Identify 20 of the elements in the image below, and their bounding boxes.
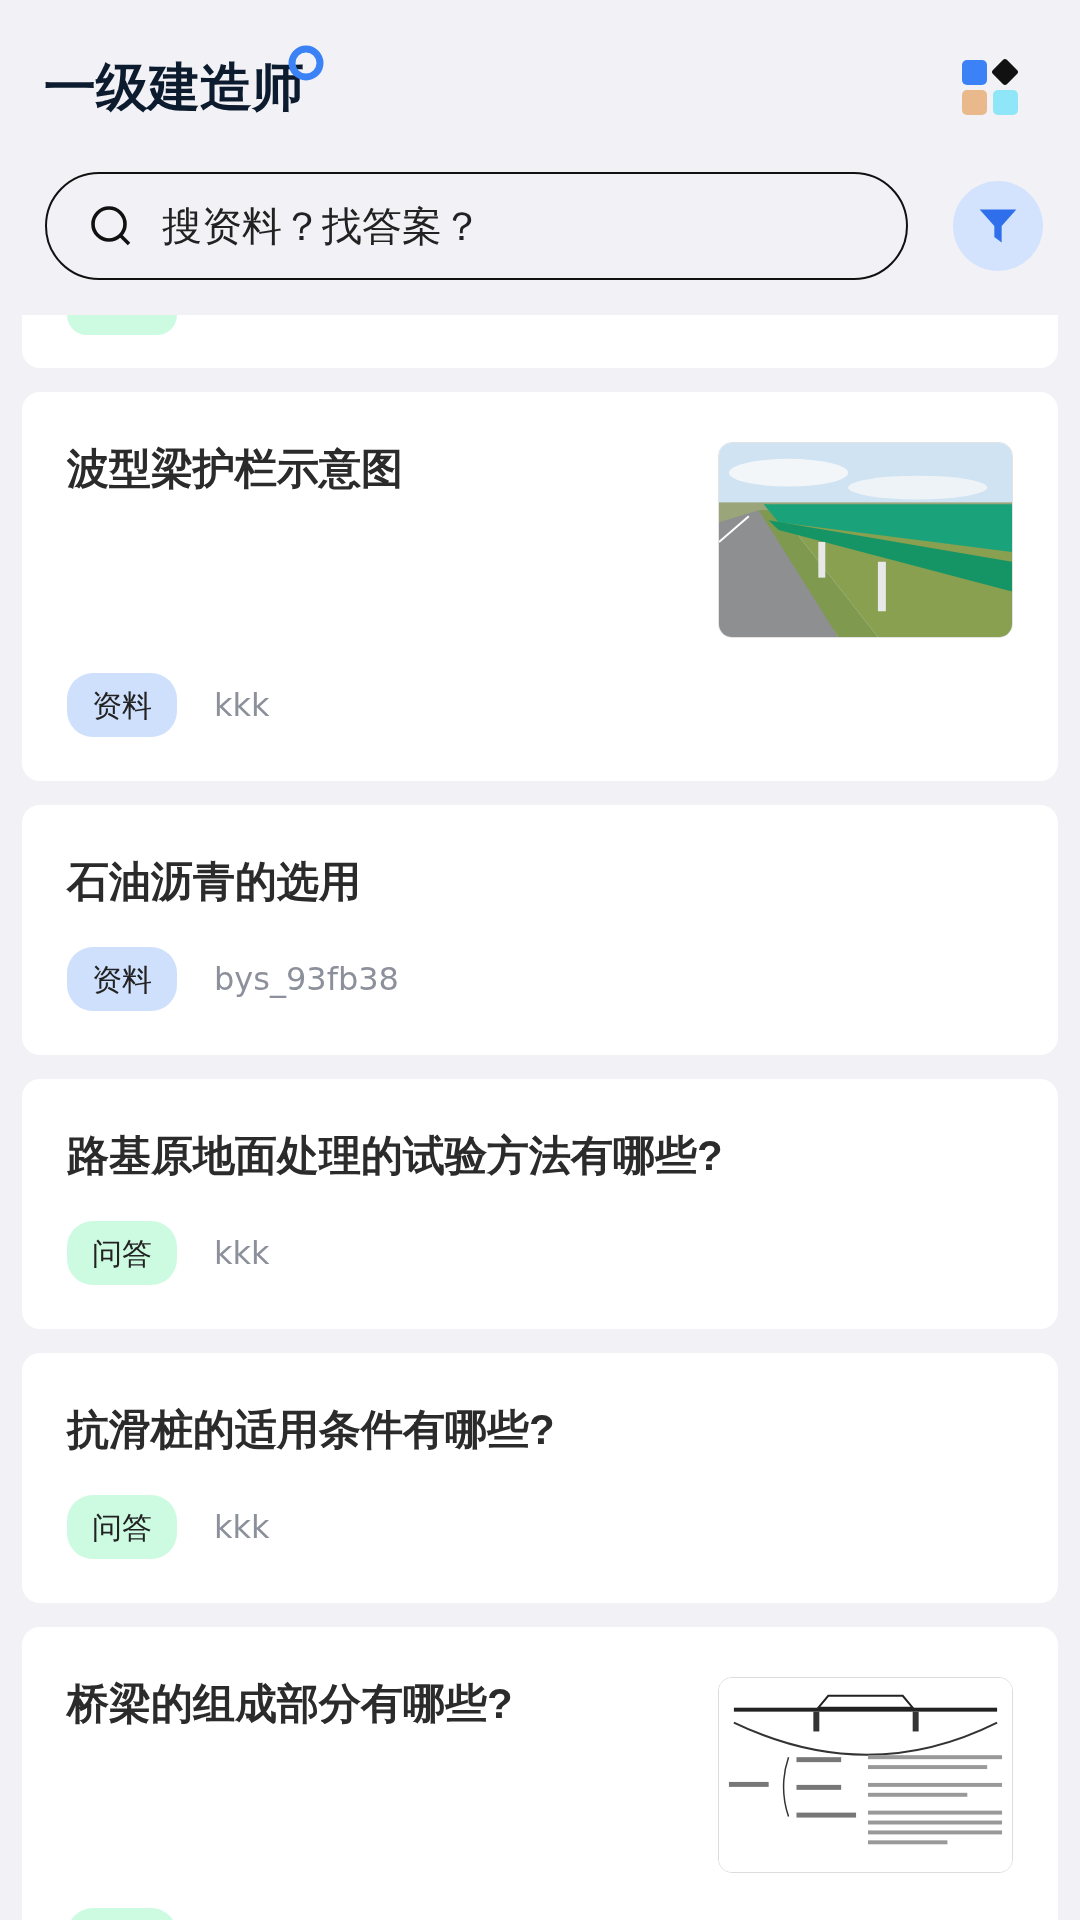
item-title: 桥梁的组成部分有哪些? (67, 1679, 513, 1729)
category-tag: 问答 (67, 1495, 177, 1559)
author-name: kkk (214, 1233, 270, 1274)
list-card[interactable]: 路基原地面处理的试验方法有哪些? 问答 kkk (22, 1079, 1058, 1329)
search-field[interactable]: 搜资料？找答案？ (45, 172, 908, 280)
author-name: kkk (214, 685, 270, 726)
category-tag: 问答 (67, 1221, 177, 1285)
item-title: 石油沥青的选用 (67, 857, 361, 907)
list-card[interactable]: 抗滑桩的适用条件有哪些? 问答 kkk (22, 1353, 1058, 1603)
category-tag: 资料 (67, 947, 177, 1011)
author-name: kkk (214, 1507, 270, 1548)
item-title: 波型梁护栏示意图 (67, 444, 403, 494)
list-card[interactable]: 石油沥青的选用 资料 bys_93fb38 (22, 805, 1058, 1055)
item-title: 路基原地面处理的试验方法有哪些? (67, 1131, 723, 1181)
item-title: 抗滑桩的适用条件有哪些? (67, 1405, 555, 1455)
app-title: 一级建造师 (44, 58, 304, 116)
category-tag: 资料 (67, 673, 177, 737)
grid-apps-icon[interactable] (960, 57, 1020, 117)
list-card[interactable]: 桥梁的组成部分有哪些? (22, 1627, 1058, 1920)
author-name: bys_93fb38 (214, 959, 399, 1000)
